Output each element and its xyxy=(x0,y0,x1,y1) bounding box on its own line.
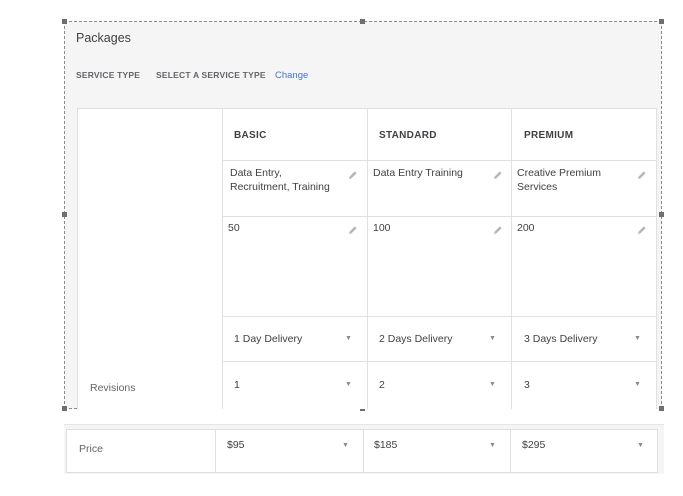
description-premium[interactable]: Creative Premium Services xyxy=(517,167,627,194)
package-name-standard: STANDARD xyxy=(379,130,437,141)
resize-handle-left[interactable] xyxy=(62,212,67,217)
resize-handle-top-right[interactable] xyxy=(659,19,664,24)
resize-handle-top-left[interactable] xyxy=(62,19,67,24)
resize-handle-right[interactable] xyxy=(659,212,664,217)
caret-down-icon[interactable]: ▼ xyxy=(634,335,641,342)
revisions-select-premium[interactable]: 3 xyxy=(524,379,530,393)
price-select-basic[interactable]: $95 xyxy=(227,439,245,453)
packages-editor-frame[interactable]: Packages SERVICE TYPE SELECT A SERVICE T… xyxy=(62,19,664,411)
caret-down-icon[interactable]: ▼ xyxy=(489,381,496,388)
service-type-value: SELECT A SERVICE TYPE xyxy=(156,70,266,80)
price-select-premium[interactable]: $295 xyxy=(522,439,545,453)
amount-standard[interactable]: 100 xyxy=(373,222,391,236)
packages-title: Packages xyxy=(76,31,131,45)
caret-down-icon[interactable]: ▼ xyxy=(342,442,349,449)
price-row-container: Price $95 $185 $295 ▼ ▼ ▼ xyxy=(64,424,664,474)
caret-down-icon[interactable]: ▼ xyxy=(345,381,352,388)
delivery-select-basic[interactable]: 1 Day Delivery xyxy=(234,333,302,347)
package-name-premium: PREMIUM xyxy=(524,130,574,141)
revisions-label: Revisions xyxy=(90,382,136,394)
description-standard[interactable]: Data Entry Training xyxy=(373,167,488,181)
pencil-icon[interactable] xyxy=(348,225,358,235)
revisions-select-basic[interactable]: 1 xyxy=(234,379,240,393)
price-row: Price $95 $185 $295 ▼ ▼ ▼ xyxy=(66,429,658,473)
service-type-label: SERVICE TYPE xyxy=(76,70,141,80)
price-label: Price xyxy=(79,443,103,455)
caret-down-icon[interactable]: ▼ xyxy=(345,335,352,342)
revisions-select-standard[interactable]: 2 xyxy=(379,379,385,393)
pencil-icon[interactable] xyxy=(348,170,358,180)
price-select-standard[interactable]: $185 xyxy=(374,439,397,453)
caret-down-icon[interactable]: ▼ xyxy=(489,335,496,342)
change-service-type-link[interactable]: Change xyxy=(275,70,308,81)
pencil-icon[interactable] xyxy=(493,170,503,180)
amount-premium[interactable]: 200 xyxy=(517,222,535,236)
pencil-icon[interactable] xyxy=(637,170,647,180)
resize-handle-top[interactable] xyxy=(360,19,365,24)
caret-down-icon[interactable]: ▼ xyxy=(489,442,496,449)
resize-handle-bottom-left[interactable] xyxy=(62,406,67,411)
resize-handle-bottom-right[interactable] xyxy=(659,406,664,411)
caret-down-icon[interactable]: ▼ xyxy=(637,442,644,449)
description-basic[interactable]: Data Entry, Recruitment, Training xyxy=(228,167,343,194)
delivery-select-premium[interactable]: 3 Days Delivery xyxy=(524,333,598,347)
delivery-select-standard[interactable]: 2 Days Delivery xyxy=(379,333,453,347)
caret-down-icon[interactable]: ▼ xyxy=(634,381,641,388)
packages-table: BASIC STANDARD PREMIUM Data Entry, Recru… xyxy=(77,108,657,409)
amount-basic[interactable]: 50 xyxy=(228,222,240,236)
package-name-basic: BASIC xyxy=(234,130,267,141)
pencil-icon[interactable] xyxy=(637,225,647,235)
pencil-icon[interactable] xyxy=(493,225,503,235)
